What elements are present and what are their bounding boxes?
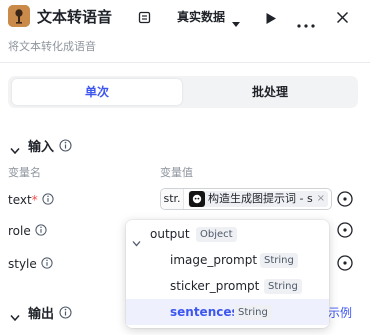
- tab-single[interactable]: 单次: [12, 79, 182, 105]
- row-label-role: role: [8, 224, 47, 239]
- description: 将文本转化成语音: [8, 40, 96, 53]
- variable-picker-popup: output Object image_prompt String sticke…: [126, 220, 329, 328]
- page-title: 文本转语音: [37, 8, 113, 26]
- type-badge: String: [264, 279, 302, 294]
- play-icon[interactable]: [265, 10, 277, 29]
- divider: [0, 62, 370, 63]
- target-icon[interactable]: [336, 254, 354, 272]
- info-icon[interactable]: [34, 224, 47, 239]
- tree-node-image-prompt[interactable]: image_prompt String: [126, 247, 329, 273]
- tab-batch[interactable]: 批处理: [186, 79, 354, 105]
- bot-icon: [189, 191, 205, 207]
- type-badge: String: [260, 253, 298, 268]
- info-icon[interactable]: [41, 257, 53, 272]
- required-mark: *: [31, 193, 38, 207]
- column-header-name: 变量名: [8, 166, 41, 179]
- chevron-down-icon[interactable]: [10, 307, 20, 326]
- close-icon[interactable]: [336, 9, 349, 28]
- type-tag: str.: [161, 189, 184, 209]
- info-icon[interactable]: [58, 306, 72, 323]
- text-value-field[interactable]: str. 构造生成图提示词 - s ×: [160, 188, 332, 210]
- node-name: sticker_prompt: [170, 279, 260, 293]
- row-label-text: text*: [8, 193, 54, 208]
- input-section-label: 输入: [28, 140, 55, 155]
- type-badge: String: [234, 305, 272, 320]
- tree-node-output[interactable]: output Object: [126, 221, 329, 247]
- sample-link[interactable]: 示例: [328, 304, 352, 321]
- input-section-title: 输入: [28, 136, 72, 156]
- row-name: role: [8, 224, 31, 238]
- tree-node-sticker-prompt[interactable]: sticker_prompt String: [126, 273, 329, 299]
- info-icon[interactable]: [41, 193, 54, 208]
- doc-icon[interactable]: [138, 9, 151, 28]
- more-icon[interactable]: [297, 13, 315, 32]
- output-section-title: 输出: [28, 303, 72, 323]
- node-name: sentences: [170, 305, 239, 319]
- mode-tabs: 单次 批处理: [8, 76, 358, 108]
- chevron-down-icon[interactable]: [10, 140, 20, 159]
- info-icon[interactable]: [58, 139, 72, 156]
- node-name: output: [150, 227, 190, 241]
- output-section-label: 输出: [28, 307, 55, 322]
- app-icon: [8, 5, 30, 27]
- column-header-value: 变量值: [160, 166, 193, 179]
- row-label-style: style: [8, 257, 53, 272]
- row-name: style: [8, 257, 37, 271]
- node-name: image_prompt: [170, 253, 258, 267]
- chip-label: 构造生成图提示词 - s: [208, 192, 313, 205]
- env-selector[interactable]: 真实数据: [177, 8, 225, 25]
- variable-chip[interactable]: 构造生成图提示词 - s ×: [188, 191, 328, 207]
- row-name: text: [8, 193, 32, 207]
- chevron-down-icon[interactable]: [231, 13, 241, 32]
- type-badge: Object: [196, 227, 237, 242]
- close-icon[interactable]: ×: [317, 191, 325, 207]
- tree-node-sentences[interactable]: sentences String: [126, 299, 329, 325]
- target-icon[interactable]: [336, 221, 354, 239]
- header: 文本转语音 真实数据: [0, 0, 370, 34]
- target-icon[interactable]: [336, 190, 354, 208]
